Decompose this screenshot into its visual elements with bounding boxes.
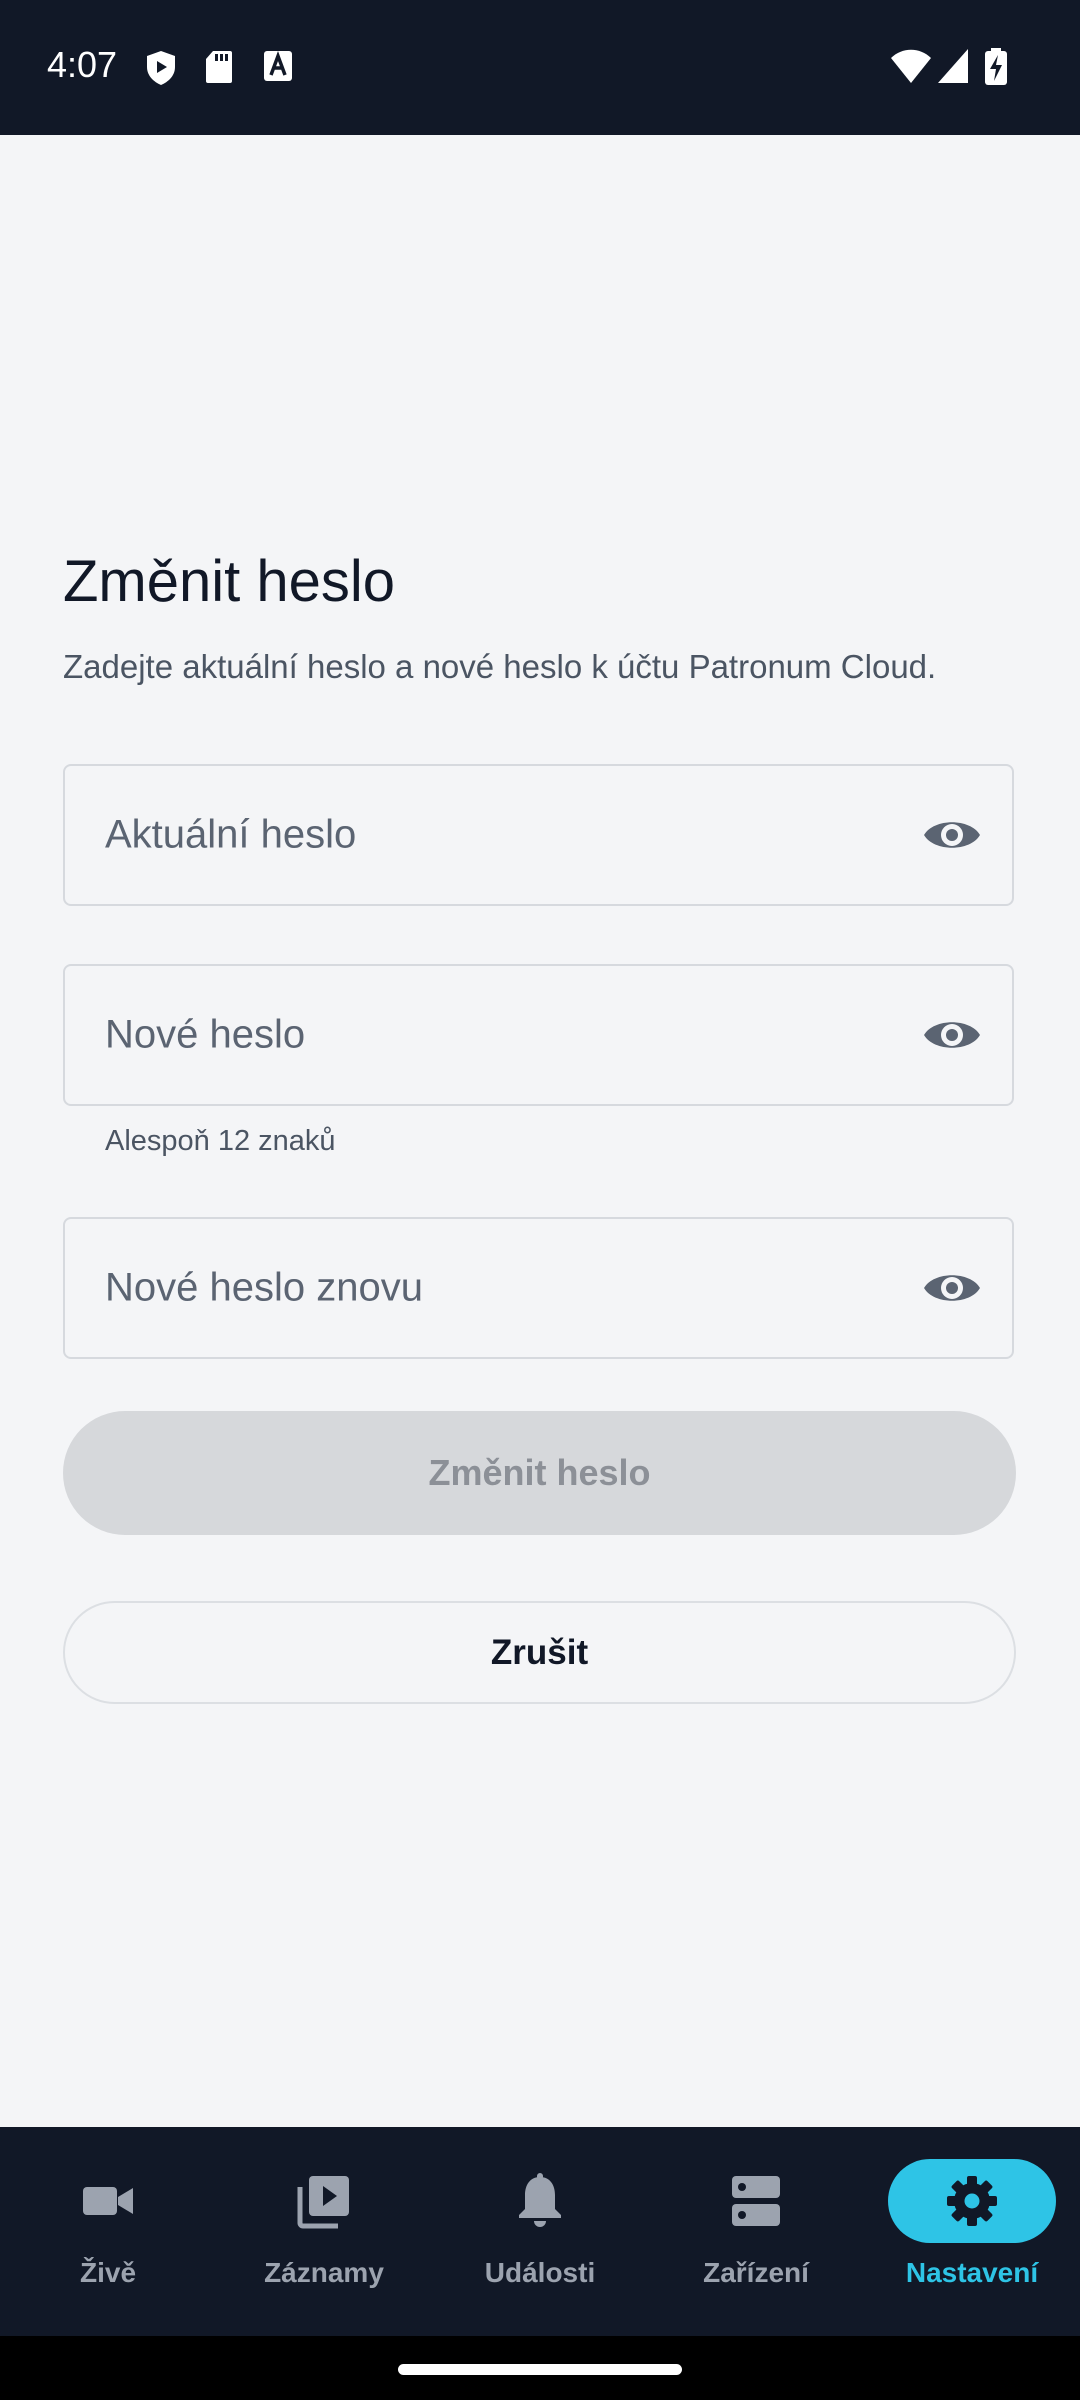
nav-icon-container [672, 2159, 840, 2243]
nav-icon-container [456, 2159, 624, 2243]
change-password-button[interactable]: Změnit heslo [63, 1411, 1016, 1535]
nav-icon-container [240, 2159, 408, 2243]
eye-icon[interactable] [922, 1015, 982, 1055]
nav-label: Zařízení [703, 2257, 809, 2288]
signal-icon [938, 49, 968, 83]
bell-icon [519, 2173, 561, 2227]
video-camera-icon [83, 2187, 133, 2215]
nav-item-recordings[interactable]: Záznamy [216, 2127, 432, 2336]
eye-icon[interactable] [922, 1268, 982, 1308]
sd-card-icon [206, 51, 232, 83]
wifi-icon [891, 49, 931, 83]
page-subtitle: Zadejte aktuální heslo a nové heslo k úč… [63, 648, 937, 685]
nav-item-settings[interactable]: Nastavení [864, 2127, 1080, 2336]
cancel-button[interactable]: Zrušit [63, 1601, 1016, 1704]
home-gesture-handle[interactable] [398, 2364, 682, 2375]
storage-icon [732, 2176, 780, 2226]
nav-icon-container [24, 2159, 192, 2243]
status-time: 4:07 [47, 44, 118, 85]
nav-icon-container [888, 2159, 1056, 2243]
battery-charging-icon [985, 48, 1007, 85]
video-library-icon [297, 2176, 349, 2229]
nav-item-events[interactable]: Události [432, 2127, 648, 2336]
nav-label: Události [484, 2257, 596, 2288]
page-title: Změnit heslo [63, 549, 396, 614]
eye-icon[interactable] [922, 815, 982, 855]
new-password-helper: Alespoň 12 znaků [105, 1125, 336, 1157]
confirm-password-field[interactable]: Nové heslo znovu [63, 1217, 1014, 1359]
status-bar: 4:07 [0, 0, 1080, 135]
new-password-field[interactable]: Nové heslo [63, 964, 1014, 1106]
nav-label: Záznamy [264, 2257, 384, 2288]
nav-label: Nastavení [905, 2257, 1039, 2288]
bottom-navigation: Živě Záznamy Události Zařízení Nastavení [0, 2127, 1080, 2336]
gear-icon [947, 2176, 997, 2226]
confirm-password-placeholder: Nové heslo znovu [105, 1265, 423, 1310]
current-password-field[interactable]: Aktuální heslo [63, 764, 1014, 906]
shield-icon [147, 51, 175, 85]
current-password-placeholder: Aktuální heslo [105, 812, 357, 857]
font-icon [264, 50, 292, 81]
nav-item-live[interactable]: Živě [0, 2127, 216, 2336]
gesture-bar [0, 2336, 1080, 2400]
new-password-placeholder: Nové heslo [105, 1012, 306, 1057]
nav-item-devices[interactable]: Zařízení [648, 2127, 864, 2336]
nav-label: Živě [79, 2257, 137, 2288]
